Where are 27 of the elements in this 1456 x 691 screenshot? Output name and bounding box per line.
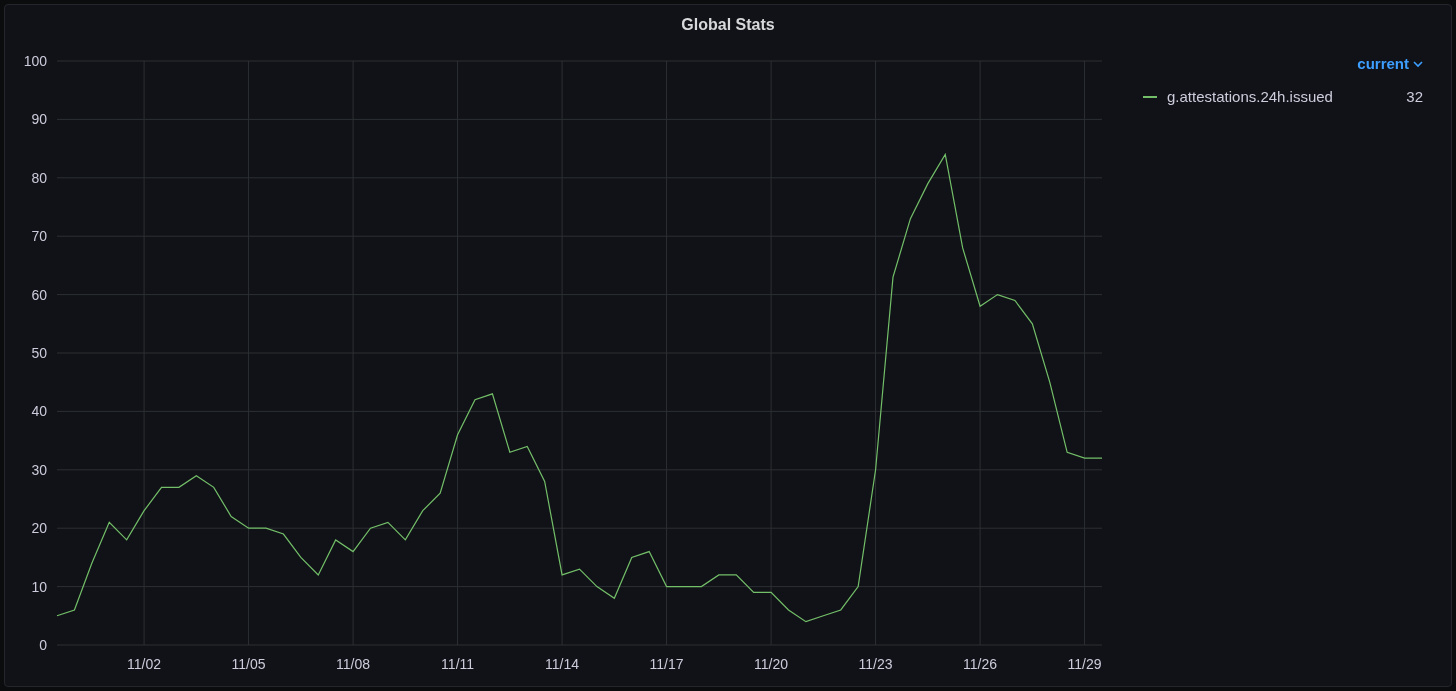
- y-axis-label: 30: [31, 461, 47, 478]
- y-axis-label: 40: [31, 403, 47, 420]
- x-axis-label: 11/17: [649, 656, 684, 672]
- x-axis-label: 11/29: [1067, 656, 1102, 672]
- chevron-down-icon: [1413, 60, 1423, 68]
- series-value: 32: [1406, 86, 1423, 107]
- y-axis-label: 50: [31, 345, 47, 361]
- x-axis-label: 11/23: [858, 656, 893, 672]
- x-axis-label: 11/11: [441, 656, 475, 672]
- x-axis-label: 11/20: [754, 656, 789, 672]
- series-name[interactable]: g.attestations.24h.issued: [1167, 85, 1407, 108]
- x-axis-label: 11/14: [545, 656, 580, 672]
- sort-header[interactable]: current: [1357, 53, 1423, 76]
- y-axis-label: 20: [31, 520, 47, 537]
- y-axis-label: 70: [31, 228, 47, 245]
- y-axis-label: 90: [31, 111, 47, 128]
- x-axis-label: 11/26: [963, 656, 998, 672]
- x-axis-label: 11/08: [336, 656, 371, 672]
- y-axis-label: 80: [31, 169, 47, 186]
- y-axis-label: 10: [31, 578, 47, 595]
- y-axis-label: 60: [31, 286, 47, 303]
- panel-title: Global Stats: [681, 15, 775, 35]
- series-swatch: [1143, 95, 1157, 98]
- y-axis-label: 0: [39, 637, 47, 653]
- x-axis-label: 11/05: [231, 656, 266, 672]
- y-axis-label: 100: [23, 53, 47, 69]
- x-axis-label: 11/02: [127, 656, 162, 672]
